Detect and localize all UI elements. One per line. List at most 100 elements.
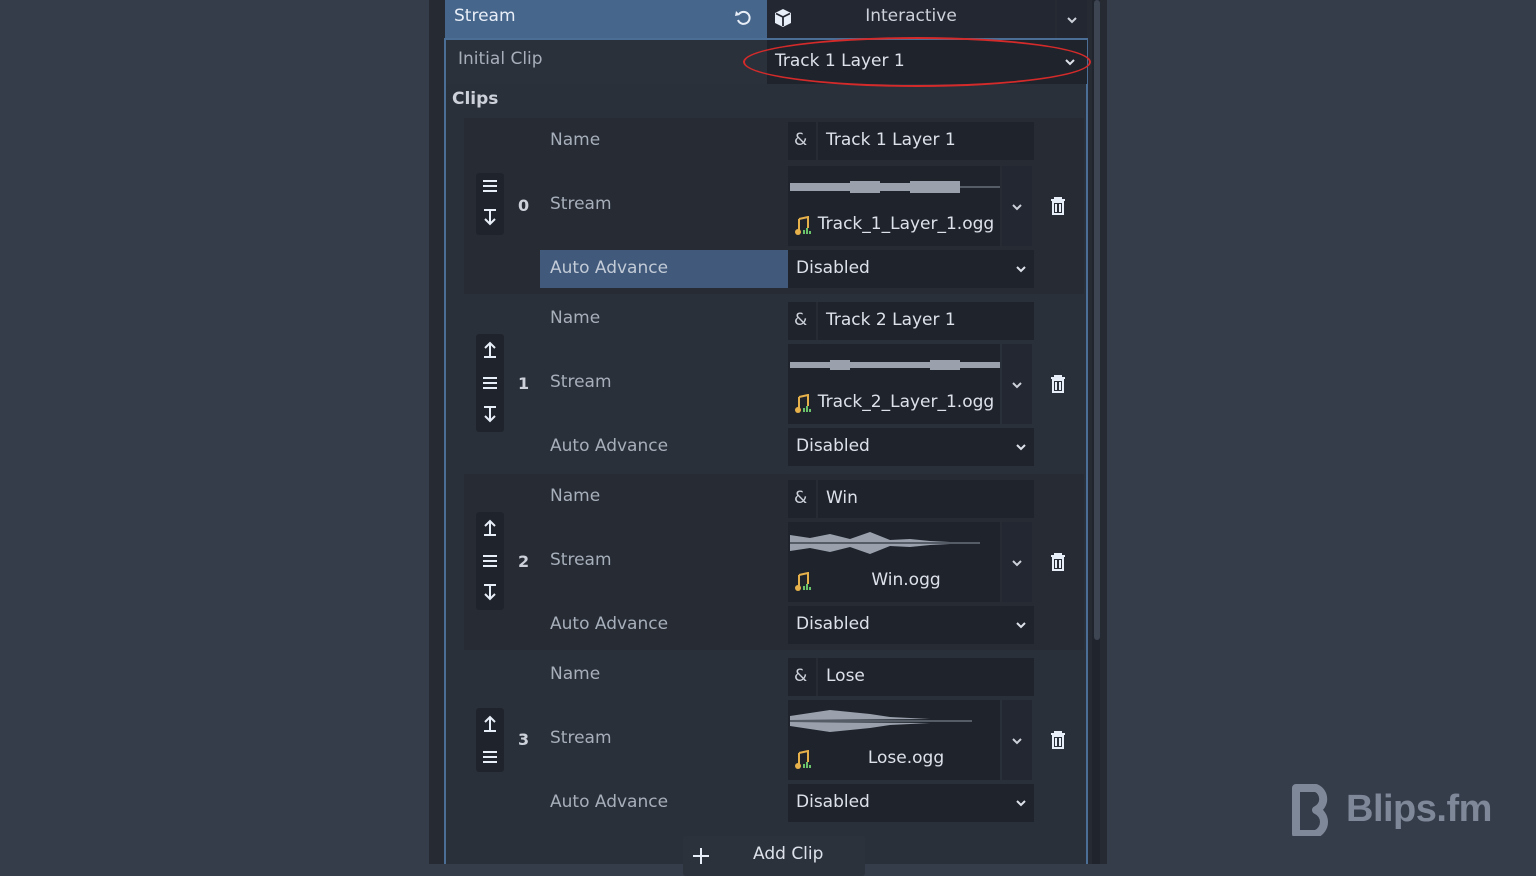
clip-stream-label: Stream	[550, 372, 612, 392]
clip-name-field[interactable]: & Track 2 Layer 1	[788, 302, 1034, 340]
string-name-prefix: &	[794, 130, 808, 150]
clip-name-field[interactable]: & Lose	[788, 658, 1034, 696]
clip-name-value: Lose	[826, 666, 865, 686]
clip-stream-field[interactable]: Track_2_Layer_1.ogg	[788, 344, 1000, 424]
drag-handle-icon[interactable]	[482, 554, 498, 568]
auto-advance-value: Disabled	[796, 436, 870, 456]
clip-index: 0	[518, 196, 530, 215]
clip-stream-field[interactable]: Track_1_Layer_1.ogg	[788, 166, 1000, 246]
clip-stream-filename: Track_1_Layer_1.ogg	[817, 214, 995, 234]
chevron-down-icon	[1016, 622, 1026, 629]
move-up-icon[interactable]	[482, 714, 498, 732]
clip-name-value: Track 1 Layer 1	[826, 130, 956, 150]
clip-controls	[476, 173, 504, 235]
clip-index: 1	[518, 374, 530, 393]
field-separator	[816, 302, 818, 340]
clip-controls	[476, 708, 504, 772]
brand-name: Blips.fm	[1346, 788, 1492, 830]
auto-advance-value: Disabled	[796, 614, 870, 634]
clip-name-value: Win	[826, 488, 858, 508]
initial-clip-label: Initial Clip	[458, 49, 543, 69]
move-down-icon[interactable]	[482, 406, 498, 424]
field-separator	[816, 480, 818, 518]
drag-handle-icon[interactable]	[482, 750, 498, 764]
clip-controls	[476, 512, 504, 610]
auto-advance-select[interactable]: Disabled	[788, 784, 1034, 822]
auto-advance-select[interactable]: Disabled	[788, 428, 1034, 466]
clip-stream-filename: Lose.ogg	[867, 748, 945, 768]
clips-section-label: Clips	[452, 89, 499, 109]
chevron-down-icon	[1016, 800, 1026, 807]
field-separator	[816, 122, 818, 160]
clip-index: 2	[518, 552, 530, 571]
clip-stream-filename: Track_2_Layer_1.ogg	[817, 392, 995, 412]
auto-advance-value: Disabled	[796, 258, 870, 278]
clip-name-field[interactable]: & Win	[788, 480, 1034, 518]
waveform-preview	[790, 532, 980, 554]
clip-stream-field[interactable]: Lose.ogg	[788, 700, 1000, 780]
drag-handle-icon[interactable]	[482, 179, 498, 193]
clip-row: 2 Name & Win Stream Win.ogg Auto Advance…	[464, 474, 1084, 650]
trash-icon[interactable]	[1046, 194, 1070, 218]
stream-dropdown-button[interactable]	[1002, 522, 1032, 602]
drag-handle-icon[interactable]	[482, 376, 498, 390]
stream-dropdown-button[interactable]	[1002, 344, 1032, 424]
clip-auto-advance-label: Auto Advance	[550, 258, 669, 278]
move-up-icon[interactable]	[482, 518, 498, 536]
chevron-down-icon	[1067, 17, 1077, 24]
clip-row: 0 Name & Track 1 Layer 1 Stream Track_1_…	[464, 118, 1084, 294]
waveform-preview	[790, 181, 1000, 193]
chevron-down-icon	[1012, 204, 1022, 211]
clip-index: 3	[518, 730, 530, 749]
annotation-highlight-ring	[743, 37, 1091, 87]
auto-advance-select[interactable]: Disabled	[788, 606, 1034, 644]
auto-advance-select[interactable]: Disabled	[788, 250, 1034, 288]
revert-icon[interactable]	[734, 8, 754, 28]
string-name-prefix: &	[794, 488, 808, 508]
clip-name-label: Name	[550, 308, 601, 328]
trash-icon[interactable]	[1046, 728, 1070, 752]
resource-picker[interactable]: Interactive	[767, 0, 1055, 38]
trash-icon[interactable]	[1046, 372, 1070, 396]
string-name-prefix: &	[794, 666, 808, 686]
clip-row: 3 Name & Lose Stream Lose.ogg Auto Advan…	[464, 652, 1084, 828]
clip-stream-field[interactable]: Win.ogg	[788, 522, 1000, 602]
resource-dropdown-button[interactable]	[1057, 0, 1087, 38]
auto-advance-value: Disabled	[796, 792, 870, 812]
clip-stream-filename: Win.ogg	[871, 570, 941, 590]
blips-logo-icon	[1292, 784, 1328, 836]
waveform-preview	[790, 710, 972, 732]
clip-name-label: Name	[550, 130, 601, 150]
scrollbar-thumb[interactable]	[1094, 0, 1100, 640]
stream-dropdown-button[interactable]	[1002, 166, 1032, 246]
field-separator	[816, 658, 818, 696]
chevron-down-icon	[1012, 382, 1022, 389]
add-clip-label: Add Clip	[753, 844, 824, 864]
clip-name-field[interactable]: & Track 1 Layer 1	[788, 122, 1034, 160]
stream-property-label[interactable]: Stream	[445, 0, 767, 38]
stream-property-text: Stream	[454, 6, 516, 26]
clip-stream-label: Stream	[550, 550, 612, 570]
move-down-icon[interactable]	[482, 584, 498, 602]
clip-controls	[476, 334, 504, 432]
clip-name-label: Name	[550, 664, 601, 684]
clip-stream-label: Stream	[550, 728, 612, 748]
waveform-preview	[790, 360, 1000, 370]
clip-stream-label: Stream	[550, 194, 612, 214]
resource-type-text: Interactive	[865, 6, 957, 26]
clip-auto-advance-label: Auto Advance	[550, 792, 669, 812]
add-clip-button[interactable]: Add Clip	[683, 836, 865, 876]
trash-icon[interactable]	[1046, 550, 1070, 574]
brand-watermark: Blips.fm	[1290, 784, 1500, 838]
stream-dropdown-button[interactable]	[1002, 700, 1032, 780]
chevron-down-icon	[1012, 738, 1022, 745]
move-down-icon[interactable]	[482, 209, 498, 227]
chevron-down-icon	[1012, 560, 1022, 567]
clip-name-value: Track 2 Layer 1	[826, 310, 956, 330]
clip-auto-advance-label: Auto Advance	[550, 436, 669, 456]
chevron-down-icon	[1016, 266, 1026, 273]
clip-name-label: Name	[550, 486, 601, 506]
move-up-icon[interactable]	[482, 340, 498, 358]
string-name-prefix: &	[794, 310, 808, 330]
chevron-down-icon	[1016, 444, 1026, 451]
